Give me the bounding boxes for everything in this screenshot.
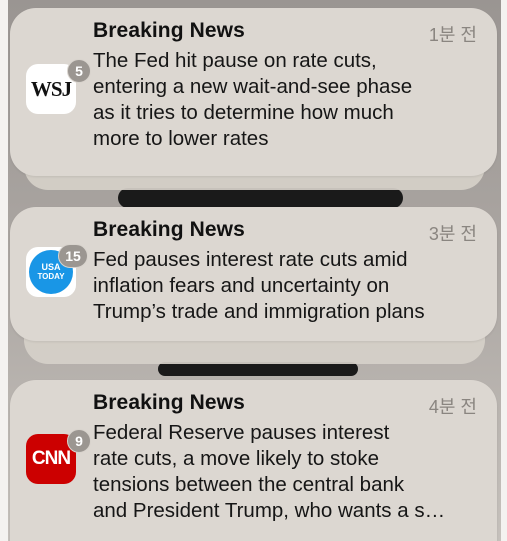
notification-body-line: Federal Reserve pauses interest bbox=[93, 421, 390, 444]
notification-body-line: entering a new wait-and-see phase bbox=[93, 75, 413, 98]
notification-count-badge: 9 bbox=[67, 429, 91, 453]
notification-body-line: Fed pauses interest rate cuts amid bbox=[93, 248, 408, 271]
cnn-logo-text: CNN bbox=[31, 448, 71, 469]
notification-time: 1분 전 bbox=[428, 25, 477, 45]
wallpaper-detail bbox=[158, 362, 358, 376]
notification-body: Federal Reserve pauses interest rate cut… bbox=[93, 420, 478, 524]
notification-body: Fed pauses interest rate cuts amid infla… bbox=[93, 247, 478, 325]
usa-today-logo-text: TODAY bbox=[37, 272, 65, 281]
notification-card-usa-today[interactable]: USA TODAY 15 Breaking News 3분 전 Fed paus… bbox=[10, 207, 497, 341]
notification-body-line: and President Trump, who wants a s… bbox=[93, 499, 446, 522]
notification-body-line: The Fed hit pause on rate cuts, bbox=[93, 49, 377, 72]
notification-card-wsj[interactable]: WSJ 5 Breaking News 1분 전 The Fed hit pau… bbox=[10, 8, 497, 176]
notification-body-line: as it tries to determine how much bbox=[93, 101, 394, 124]
notification-body-line: inflation fears and uncertainty on bbox=[93, 274, 390, 297]
usa-today-logo-text: USA bbox=[41, 262, 61, 272]
notification-time: 3분 전 bbox=[428, 224, 477, 244]
notification-title: Breaking News bbox=[93, 391, 245, 414]
notification-body-line: rate cuts, a move likely to stoke bbox=[93, 447, 379, 470]
notification-count-badge: 15 bbox=[58, 244, 88, 268]
wsj-logo-text: WSJ bbox=[30, 76, 72, 101]
wallpaper-detail bbox=[118, 188, 403, 208]
notification-body-line: Trump’s trade and immigration plans bbox=[93, 300, 425, 323]
notification-count-badge: 5 bbox=[67, 59, 91, 83]
notification-body-line: tensions between the central bank bbox=[93, 473, 405, 496]
notification-title: Breaking News bbox=[93, 218, 245, 241]
notification-body: The Fed hit pause on rate cuts, entering… bbox=[93, 48, 478, 152]
notification-body-line: more to lower rates bbox=[93, 127, 269, 150]
notification-card-cnn[interactable]: CNN 9 Breaking News 4분 전 Federal Reserve… bbox=[10, 380, 497, 541]
notification-time: 4분 전 bbox=[428, 397, 477, 417]
notification-title: Breaking News bbox=[93, 19, 245, 42]
